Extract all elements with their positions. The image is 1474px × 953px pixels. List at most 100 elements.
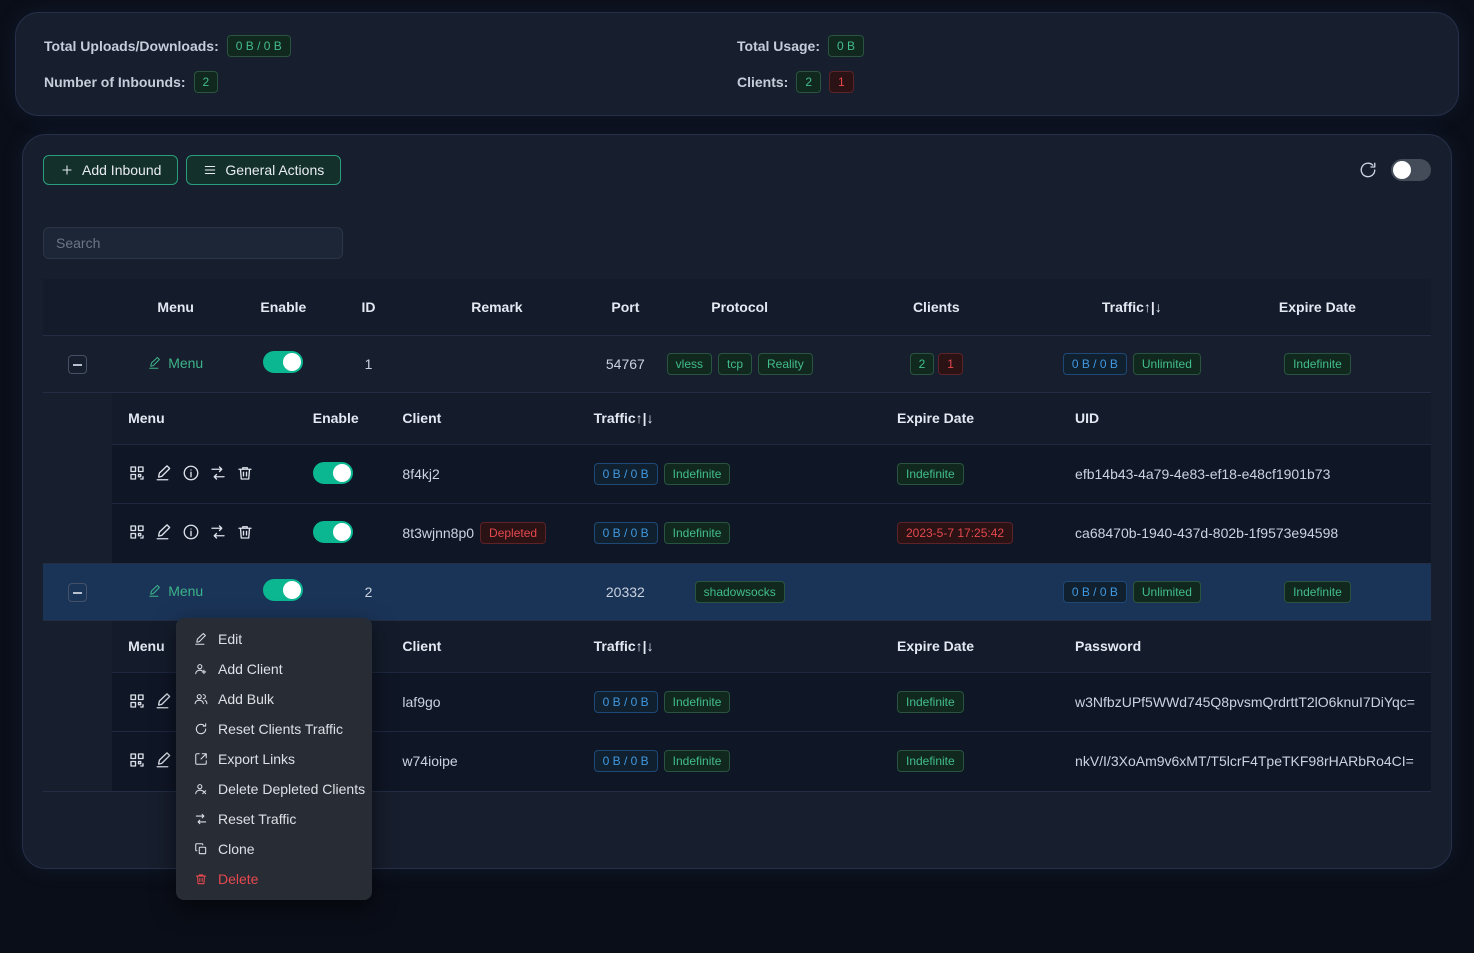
stat-total-usage-label: Total Usage:: [737, 38, 820, 54]
client-info-button[interactable]: [182, 523, 200, 541]
inbound-1-menu-link[interactable]: Menu: [148, 355, 203, 371]
client-info-button[interactable]: [182, 464, 200, 482]
menu-list-icon: [203, 163, 217, 177]
protocol-badge: shadowsocks: [695, 581, 785, 603]
header-enable: Enable: [239, 279, 327, 335]
menu-item-reset-traffic[interactable]: Reset Traffic: [180, 804, 368, 834]
info-icon: [182, 464, 200, 482]
stat-total-usage: Total Usage: 0 B: [737, 35, 1430, 57]
client-traffic-badge: 0 B / 0 B: [594, 522, 658, 544]
client-password: nkV/I/3XoAm9v6xMT/T5lcrF4TpeTKF98rHARbRo…: [1075, 753, 1414, 769]
edit-icon: [194, 632, 208, 646]
menu-item-delete-depleted-clients[interactable]: Delete Depleted Clients: [180, 774, 368, 804]
client-8t3wjnn8p0-enable-toggle[interactable]: [313, 521, 353, 543]
delete-client-button[interactable]: [236, 523, 254, 541]
inbound-1-clients-ok-badge: 2: [910, 353, 935, 375]
inbound-row-1: Menu 1 54767 vless tcp Reality 2: [43, 335, 1431, 392]
client-expire-badge: 2023-5-7 17:25:42: [897, 522, 1013, 544]
sub-header-menu: Menu: [112, 393, 297, 445]
client-depleted-badge: Depleted: [480, 522, 546, 544]
header-traffic-sort[interactable]: Traffic↑|↓: [1060, 279, 1204, 335]
client-name: laf9go: [402, 694, 440, 710]
edit-client-button[interactable]: [155, 751, 173, 769]
edit-client-button[interactable]: [155, 464, 173, 482]
menu-item-label: Delete Depleted Clients: [218, 781, 365, 797]
header-id: ID: [327, 279, 409, 335]
client-traffic-badge: 0 B / 0 B: [594, 691, 658, 713]
sub-header-client: Client: [386, 621, 577, 673]
client-8f4kj2-enable-toggle[interactable]: [313, 462, 353, 484]
inbound-2-traffic-badge: 0 B / 0 B: [1063, 581, 1127, 603]
general-actions-button[interactable]: General Actions: [186, 155, 341, 185]
header-remark: Remark: [410, 279, 584, 335]
inbound-1-port: 54767: [606, 356, 645, 372]
edit-icon: [148, 584, 162, 598]
edit-client-button[interactable]: [155, 692, 173, 710]
sub-header-enable: Enable: [297, 393, 387, 445]
stat-clients: Clients: 2 1: [737, 71, 1430, 93]
inbounds-panel: Add Inbound General Actions Menu: [22, 134, 1452, 869]
menu-item-add-client[interactable]: Add Client: [180, 654, 368, 684]
minus-icon: [73, 364, 82, 366]
add-inbound-button[interactable]: Add Inbound: [43, 155, 178, 185]
qr-code-button[interactable]: [128, 692, 146, 710]
client-expire-badge: Indefinite: [897, 750, 964, 772]
reset-circle-icon: [194, 722, 208, 736]
trash-icon: [236, 523, 254, 541]
qr-code-button[interactable]: [128, 464, 146, 482]
sub-header-traffic: Traffic↑|↓: [578, 621, 881, 673]
menu-item-reset-clients-traffic[interactable]: Reset Clients Traffic: [180, 714, 368, 744]
menu-item-label: Delete: [218, 871, 258, 887]
stat-inbounds-count-value: 2: [194, 71, 219, 93]
vless-clients-header-row: Menu Enable Client Traffic↑|↓ Expire Dat…: [112, 393, 1431, 445]
menu-item-label: Add Bulk: [218, 691, 274, 707]
toggle-knob: [283, 581, 301, 599]
menu-item-delete[interactable]: Delete: [180, 864, 368, 894]
auto-refresh-toggle[interactable]: [1391, 159, 1431, 181]
menu-item-export-links[interactable]: Export Links: [180, 744, 368, 774]
reset-client-traffic-button[interactable]: [209, 523, 227, 541]
client-uid: ca68470b-1940-437d-802b-1f9573e94598: [1075, 525, 1338, 541]
inbound-2-menu-link[interactable]: Menu: [148, 583, 203, 599]
export-icon: [194, 752, 208, 766]
qr-code-button[interactable]: [128, 523, 146, 541]
qr-code-icon: [128, 464, 146, 482]
menu-item-add-bulk[interactable]: Add Bulk: [180, 684, 368, 714]
client-name: 8t3wjnn8p0: [402, 525, 474, 541]
inbound-1-menu-label: Menu: [168, 355, 203, 371]
header-port: Port: [584, 279, 667, 335]
inbound-row-2: Menu 2 20332 shadowsocks 0 B / 0 B Unlim…: [43, 563, 1431, 620]
collapse-inbound-1-button[interactable]: [68, 355, 87, 374]
search-input[interactable]: [43, 227, 343, 259]
stat-uploads-value: 0 B / 0 B: [227, 35, 291, 57]
toggle-knob: [333, 523, 351, 541]
refresh-button[interactable]: [1359, 161, 1377, 179]
stat-uploads-label: Total Uploads/Downloads:: [44, 38, 219, 54]
qr-code-button[interactable]: [128, 751, 146, 769]
reset-client-traffic-button[interactable]: [209, 464, 227, 482]
inbound-2-enable-toggle[interactable]: [263, 579, 303, 601]
edit-client-button[interactable]: [155, 523, 173, 541]
protocol-badge: Reality: [758, 353, 813, 375]
delete-client-button[interactable]: [236, 464, 254, 482]
menu-item-clone[interactable]: Clone: [180, 834, 368, 864]
info-icon: [182, 523, 200, 541]
inbound-2-traffic-total-badge: Unlimited: [1133, 581, 1201, 603]
qr-code-icon: [128, 523, 146, 541]
client-traffic-badge: 0 B / 0 B: [594, 463, 658, 485]
inbound-2-id: 2: [365, 584, 373, 600]
menu-item-label: Reset Clients Traffic: [218, 721, 343, 737]
refresh-icon: [1359, 161, 1377, 179]
collapse-inbound-2-button[interactable]: [68, 583, 87, 602]
inbound-1-traffic-badge: 0 B / 0 B: [1063, 353, 1127, 375]
inbound-1-enable-toggle[interactable]: [263, 351, 303, 373]
menu-item-label: Edit: [218, 631, 242, 647]
menu-item-edit[interactable]: Edit: [180, 624, 368, 654]
sub-header-password: Password: [1059, 621, 1431, 673]
client-row-8t3wjnn8p0: 8t3wjnn8p0 Depleted 0 B / 0 B Indefinite: [112, 504, 1431, 563]
inbound-2-port: 20332: [606, 584, 645, 600]
sub-header-traffic: Traffic↑|↓: [578, 393, 881, 445]
menu-item-label: Reset Traffic: [218, 811, 296, 827]
client-traffic-limit-badge: Indefinite: [664, 522, 731, 544]
header-menu: Menu: [112, 279, 239, 335]
